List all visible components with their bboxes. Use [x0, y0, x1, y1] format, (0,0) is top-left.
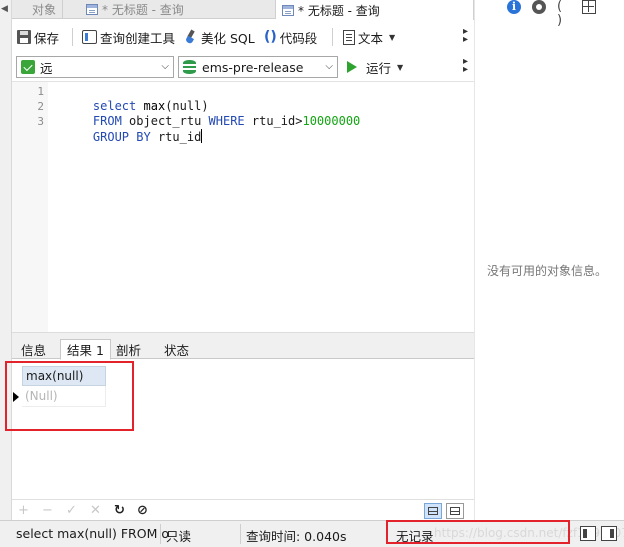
tab-status[interactable]: 状态: [157, 339, 196, 359]
left-edge-strip: ◀: [0, 0, 12, 520]
database-value: ems-pre-release: [202, 59, 304, 75]
chevron-down-icon: ▼: [389, 32, 396, 42]
highlight-box-status: [386, 520, 570, 544]
code-token-part: GROUP: [92, 130, 130, 144]
tab-label: 状态: [164, 342, 190, 358]
tab-label: 结果 1: [67, 343, 104, 358]
result-tab-bar: 信息 结果 1 剖析 状态: [12, 337, 474, 360]
line-number-gutter: 1 2 3: [12, 82, 48, 332]
connection-select[interactable]: 远 ⌵: [16, 56, 174, 78]
status-divider: [160, 524, 161, 544]
status-divider: [240, 524, 241, 544]
query-builder-label: 查询创建工具: [100, 30, 176, 46]
code-token-part: BY: [136, 130, 151, 144]
line-number: 2: [37, 100, 44, 113]
sql-editor[interactable]: 1 2 3 select max(null) FROM object_rtu W…: [12, 82, 474, 332]
highlight-box-result: [5, 361, 134, 431]
code-token-part: rtu_id: [251, 114, 296, 128]
tab-untitled-query-1[interactable]: * 无标题 - 查询: [80, 0, 276, 19]
code-token: GROUP BY rtu_id: [93, 130, 201, 144]
grid-view-button[interactable]: [424, 503, 442, 519]
tab-label: 剖析: [116, 342, 142, 358]
form-view-button[interactable]: [446, 503, 464, 519]
connection-value: 远: [40, 60, 53, 76]
status-readonly: 只读: [166, 529, 192, 544]
query-tab-bar: 对象 * 无标题 - 查询 * 无标题 - 查询: [12, 0, 474, 20]
code-token-part: WHERE: [208, 114, 245, 128]
code-line: GROUP BY rtu_id: [64, 114, 203, 160]
line-number: 3: [37, 115, 44, 128]
beautify-label: 美化 SQL: [201, 30, 255, 46]
empty-message: 没有可用的对象信息。: [487, 264, 608, 278]
brush-icon: [184, 30, 198, 44]
code-token-part: 10000000: [302, 114, 361, 128]
add-record-icon[interactable]: +: [18, 503, 29, 518]
text-mode-button[interactable]: 文本 ▼: [343, 26, 395, 48]
toggle-right-panel-icon[interactable]: [601, 526, 617, 541]
discard-changes-icon[interactable]: ✕: [90, 503, 101, 518]
beautify-sql-button[interactable]: 美化 SQL: [184, 26, 255, 48]
toolbar-divider: [72, 28, 73, 46]
grid-view-icon: [428, 507, 438, 515]
status-sql: select max(null) FROM o: [16, 526, 169, 541]
more-tools-icon[interactable]: ▸ ▸: [463, 27, 468, 45]
code-token-part: [245, 114, 252, 128]
database-icon: [183, 60, 196, 74]
toggle-left-panel-icon[interactable]: [580, 526, 596, 541]
refresh-icon[interactable]: ↻: [114, 503, 125, 518]
object-info-panel: i ( ) 没有可用的对象信息。: [474, 0, 624, 520]
save-label: 保存: [34, 30, 60, 46]
line-number: 1: [37, 85, 44, 98]
run-label: 运行: [366, 60, 392, 76]
query-builder-button[interactable]: 查询创建工具: [82, 26, 175, 48]
eye-icon[interactable]: [532, 0, 546, 14]
parentheses-icon[interactable]: ( ): [557, 0, 571, 28]
status-query-time: 查询时间: 0.040s: [246, 529, 347, 544]
query-tab-icon: [86, 4, 98, 15]
save-button[interactable]: 保存: [17, 26, 59, 48]
parentheses-icon: (): [264, 29, 277, 45]
document-icon: [343, 29, 355, 45]
code-snippet-button[interactable]: () 代码段: [264, 26, 317, 48]
grid-toolbar: + − ✓ ✕ ↻ ⊘: [12, 499, 474, 521]
database-select[interactable]: ems-pre-release ⌵: [178, 56, 338, 78]
tab-label: * 无标题 - 查询: [298, 3, 380, 18]
grid-icon[interactable]: [582, 0, 596, 14]
tab-info[interactable]: 信息: [14, 339, 53, 359]
run-icon: [347, 61, 357, 73]
chevron-down-icon: ▼: [397, 62, 404, 72]
collapse-arrow-icon[interactable]: ◀: [1, 4, 8, 14]
more-tools-icon[interactable]: ▸ ▸: [463, 57, 468, 75]
tab-label: 对象: [32, 3, 57, 17]
chevron-down-icon: ⌵: [325, 61, 333, 72]
form-view-icon: [450, 507, 460, 515]
snippet-label: 代码段: [279, 30, 318, 46]
tab-objects[interactable]: 对象: [26, 0, 64, 19]
chevron-down-icon: ⌵: [161, 61, 169, 72]
query-toolbar: 保存 查询创建工具 美化 SQL () 代码段 文本 ▼ ▸ ▸: [12, 22, 474, 52]
query-builder-icon: [82, 30, 97, 44]
delete-record-icon[interactable]: −: [42, 503, 53, 518]
code-token-part: [201, 114, 208, 128]
text-cursor: [201, 129, 203, 143]
query-tab-icon: [282, 4, 294, 16]
tab-profile[interactable]: 剖析: [109, 339, 148, 359]
stop-icon[interactable]: ⊘: [137, 503, 148, 518]
tab-label: * 无标题 - 查询: [102, 3, 184, 17]
save-icon: [17, 30, 31, 44]
info-icon[interactable]: i: [507, 0, 521, 14]
apply-changes-icon[interactable]: ✓: [66, 503, 77, 518]
toolbar-divider: [332, 28, 333, 46]
tab-result-1[interactable]: 结果 1: [60, 339, 111, 360]
run-button[interactable]: 运行 ▼: [347, 56, 403, 78]
code-token-part: [151, 130, 158, 144]
code-token-part: rtu_id: [157, 130, 202, 144]
connection-toolbar: 远 ⌵ ems-pre-release ⌵ 运行 ▼ ▸ ▸: [12, 52, 474, 82]
tab-untitled-query-2[interactable]: * 无标题 - 查询: [276, 0, 474, 20]
text-label: 文本: [358, 30, 384, 46]
tab-label: 信息: [21, 342, 47, 358]
connection-icon: [21, 60, 35, 74]
